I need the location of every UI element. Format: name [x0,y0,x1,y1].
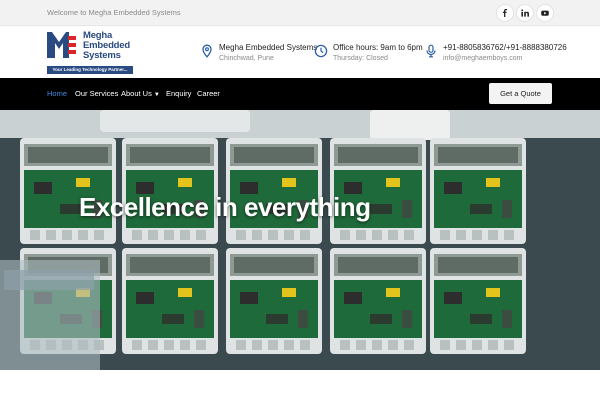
hours-subtitle: Thursday: Closed [333,55,388,62]
chevron-down-icon: ▼ [153,92,160,98]
get-a-quote-button[interactable]: Get a Quote [489,83,552,104]
contact-phone[interactable]: +91-8805836762/+91-8888380726 [443,43,567,52]
location-pin-icon [202,44,212,58]
nav-item-home[interactable]: Home [47,89,67,98]
facebook-link[interactable] [496,4,514,22]
logo-mark-icon [47,32,76,58]
nav-item-label: About Us [121,89,152,98]
main-nav: Home Our Services About Us ▼ Enquiry Care… [0,78,600,110]
nav-item-our-services[interactable]: Our Services [75,89,118,98]
youtube-link[interactable] [536,4,554,22]
page-content-start [0,370,600,400]
welcome-text: Welcome to Megha Embedded Systems [47,8,181,17]
facebook-icon [503,9,507,17]
nav-item-career[interactable]: Career [197,89,220,98]
clock-icon [314,44,328,58]
linkedin-link[interactable] [516,4,534,22]
address-title: Megha Embedded Systems [219,43,318,52]
site-header: Megha Embedded Systems Your Leading Tech… [0,26,600,78]
nav-item-enquiry[interactable]: Enquiry [166,89,191,98]
hero-title: Excellence in everything [79,192,371,222]
hero-banner: Excellence in everything [0,110,600,370]
address-subtitle: Chinchwad, Pune [219,55,274,62]
microphone-icon [426,44,436,58]
hero-background-image [0,110,600,370]
youtube-icon [541,10,549,16]
logo[interactable]: Megha Embedded Systems Your Leading Tech… [47,30,135,74]
logo-tagline: Your Leading Technology Partner... [47,66,133,74]
linkedin-icon [521,9,529,17]
top-bar: Welcome to Megha Embedded Systems [0,0,600,26]
nav-item-about-us[interactable]: About Us ▼ [121,89,160,98]
hours-title: Office hours: 9am to 6pm [333,43,423,52]
logo-name: Megha Embedded Systems [83,30,130,61]
contact-email[interactable]: info@meghaemboys.com [443,55,522,62]
